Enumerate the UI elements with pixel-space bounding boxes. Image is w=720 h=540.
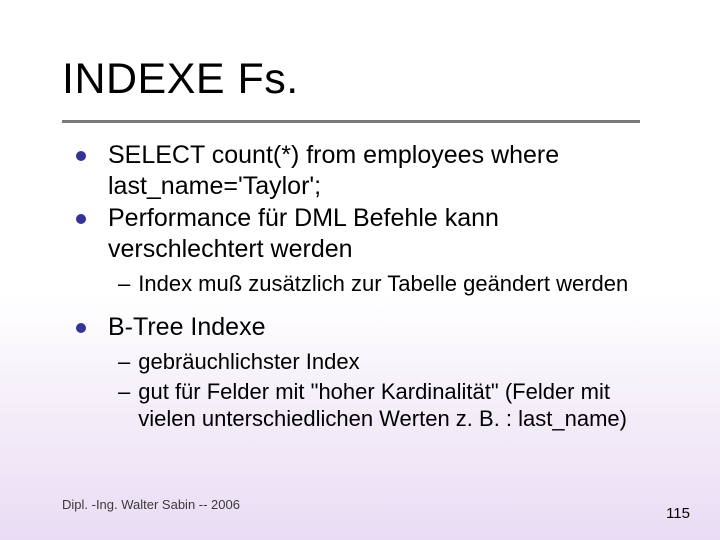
page-number: 115 [666, 505, 690, 522]
dash-icon: – [118, 270, 130, 298]
bullet-item: Performance für DML Befehle kann verschl… [66, 203, 660, 264]
bullet-icon [76, 323, 86, 333]
slide-title: INDEXE Fs. [62, 55, 299, 104]
bullet-icon [76, 151, 86, 161]
sub-bullet-item: – gut für Felder mit "hoher Kardinalität… [66, 378, 660, 433]
title-underline [62, 120, 640, 123]
sub-bullet-item: – gebräuchlichster Index [66, 348, 660, 376]
bullet-item: SELECT count(*) from employees where las… [66, 140, 660, 201]
sub-bullet-text: gut für Felder mit "hoher Kardinalität" … [138, 378, 660, 433]
sub-bullet-text: Index muß zusätzlich zur Tabelle geänder… [138, 270, 660, 298]
footer-author: Dipl. -Ing. Walter Sabin -- 2006 [62, 497, 240, 512]
bullet-icon [76, 214, 86, 224]
slide-content: SELECT count(*) from employees where las… [66, 140, 660, 435]
sub-bullet-item: – Index muß zusätzlich zur Tabelle geänd… [66, 270, 660, 298]
bullet-text: Performance für DML Befehle kann verschl… [108, 203, 660, 264]
sub-bullet-text: gebräuchlichster Index [138, 348, 660, 376]
dash-icon: – [118, 378, 130, 406]
bullet-text: B-Tree Indexe [108, 312, 660, 343]
dash-icon: – [118, 348, 130, 376]
bullet-text: SELECT count(*) from employees where las… [108, 140, 660, 201]
slide: INDEXE Fs. SELECT count(*) from employee… [0, 0, 720, 540]
bullet-item: B-Tree Indexe [66, 312, 660, 343]
